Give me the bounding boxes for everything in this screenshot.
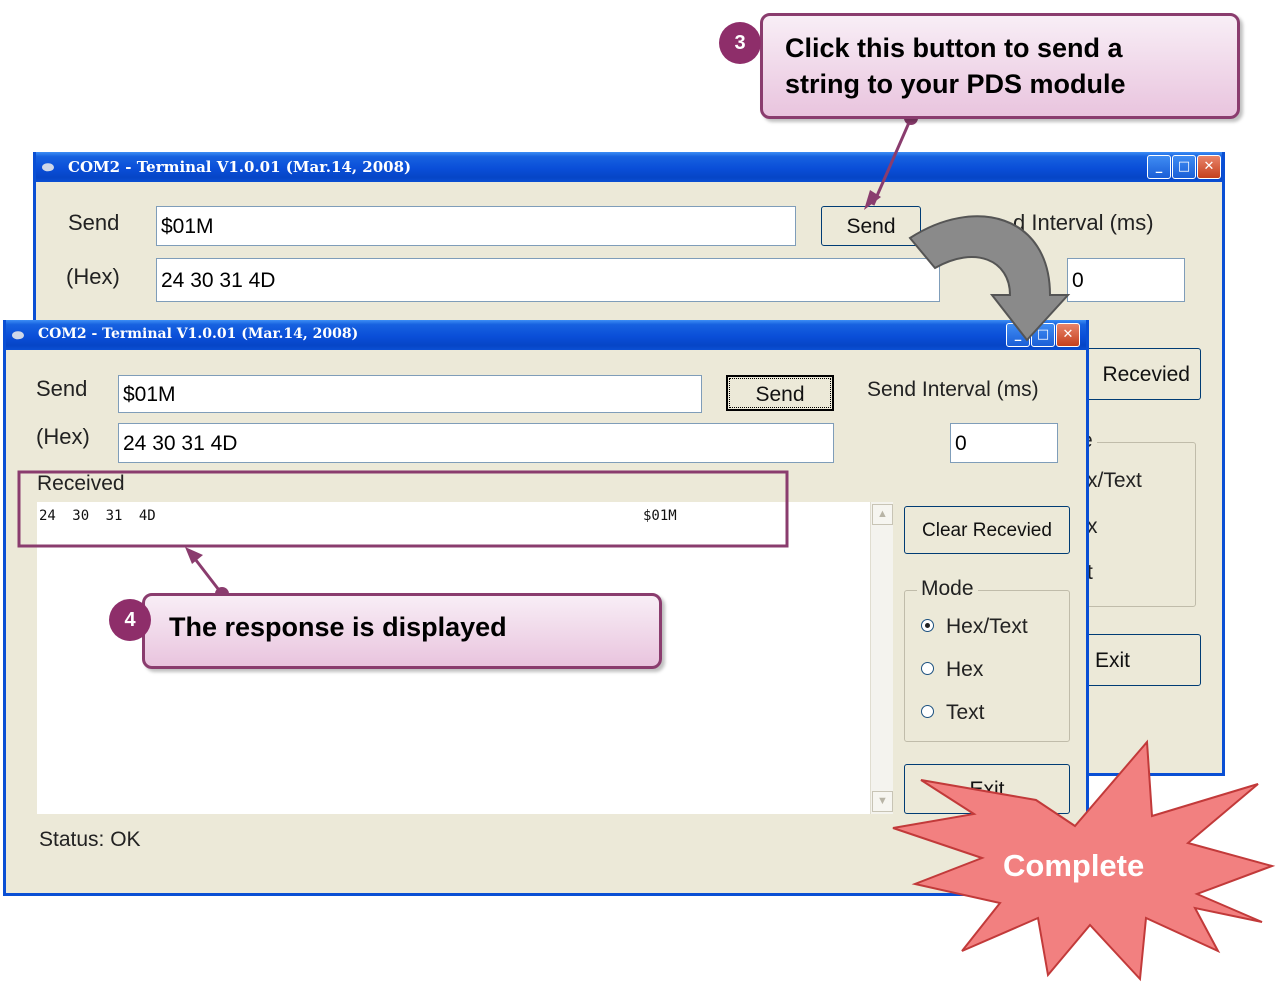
annotation-overlay: [17, 111, 1276, 982]
step4-pointer-line: [190, 554, 224, 595]
step3-badge: 3: [719, 22, 761, 64]
step3-callout: Click this button to send a string to yo…: [760, 13, 1240, 119]
received-highlight-box: [17, 470, 789, 548]
step4-arrow-head: [185, 547, 203, 564]
step4-text: The response is displayed: [169, 612, 507, 642]
step3-pointer-line: [871, 117, 913, 206]
complete-label: Complete: [1003, 848, 1145, 883]
step4-badge: 4: [109, 599, 151, 641]
step3-text: Click this button to send a string to yo…: [785, 33, 1126, 99]
step4-callout: The response is displayed: [142, 593, 662, 669]
curved-arrow-icon: [908, 215, 1071, 342]
